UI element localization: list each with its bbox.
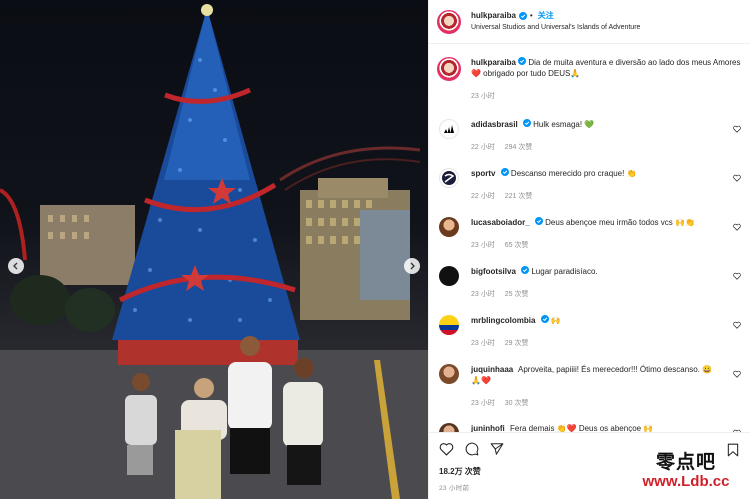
- heart-icon[interactable]: [733, 272, 741, 280]
- verified-icon: [521, 266, 530, 274]
- comment-time: 23 小时: [471, 291, 495, 298]
- author-avatar[interactable]: [437, 9, 461, 34]
- photo-scene: [0, 4, 428, 499]
- comment-item: bigfootsilva Lugar paradisíaco. 23 小时 25 …: [429, 266, 750, 300]
- verified-icon: [522, 119, 531, 127]
- commenter-avatar[interactable]: [439, 364, 459, 384]
- commenter-avatar[interactable]: [439, 119, 459, 139]
- adidas-logo-icon: [444, 125, 454, 133]
- commenter-avatar[interactable]: [439, 217, 459, 237]
- comment-likes[interactable]: 25 次赞: [505, 289, 529, 300]
- heart-icon[interactable]: [733, 125, 741, 133]
- comment-item: adidasbrasil Hulk esmaga! 💚 22 小时 294 次赞: [429, 119, 750, 153]
- commenter-username[interactable]: bigfootsilva: [471, 267, 516, 276]
- heart-icon[interactable]: [733, 174, 741, 182]
- post-header: hulkparaiba • 关注 Universal Studios and U…: [429, 0, 750, 44]
- verified-icon: [500, 168, 509, 176]
- chevron-right-icon: [410, 262, 415, 270]
- commenter-username[interactable]: juquinhaaa: [471, 365, 513, 374]
- verified-icon: [518, 57, 527, 65]
- comment-likes[interactable]: 30 次赞: [505, 398, 529, 409]
- heart-icon[interactable]: [733, 223, 741, 231]
- sportv-logo-icon: [442, 171, 456, 185]
- heart-icon[interactable]: [733, 370, 741, 378]
- comment-item: lucasaboiador_ Deus abençoe meu irmão to…: [429, 217, 750, 251]
- commenter-username[interactable]: sportv: [471, 169, 495, 178]
- commenter-username[interactable]: adidasbrasil: [471, 120, 518, 129]
- post-photo[interactable]: [0, 0, 428, 499]
- comment-item: juquinhaaa Aproveita, papiiii! És merece…: [429, 364, 750, 409]
- comment-likes[interactable]: 294 次赞: [505, 142, 533, 153]
- heart-icon[interactable]: [733, 321, 741, 329]
- verified-icon: [540, 315, 549, 323]
- comments-list[interactable]: hulkparaiba Dia de muita aventura e dive…: [429, 48, 750, 432]
- caption-avatar[interactable]: [437, 57, 461, 81]
- comment-likes[interactable]: 221 次赞: [505, 191, 533, 202]
- site-watermark: 零点吧 www.Ldb.cc: [622, 447, 750, 499]
- commenter-username[interactable]: mrblingcolombia: [471, 316, 535, 325]
- previous-photo-button[interactable]: [8, 258, 24, 274]
- share-icon[interactable]: [490, 442, 504, 456]
- comment-time: 23 小时: [471, 340, 495, 347]
- next-photo-button[interactable]: [404, 258, 420, 274]
- comment-likes[interactable]: 65 次赞: [505, 240, 529, 251]
- watermark-url: www.Ldb.cc: [642, 473, 730, 490]
- post-sidebar: hulkparaiba • 关注 Universal Studios and U…: [428, 0, 750, 499]
- comment-item: sportv Descanso merecido pro craque! 👏 2…: [429, 168, 750, 202]
- comment-time: 23 小时: [471, 400, 495, 407]
- comment-time: 22 小时: [471, 144, 495, 151]
- comment-text: 🙌: [550, 316, 561, 325]
- commenter-username[interactable]: lucasaboiador_: [471, 218, 530, 227]
- comment-item: juninhofi Fera demais 👏❤️ Deus os abenço…: [429, 423, 750, 432]
- heart-icon[interactable]: [439, 442, 454, 456]
- comment-likes[interactable]: 29 次赞: [505, 338, 529, 349]
- post-caption: hulkparaiba Dia de muita aventura e dive…: [429, 48, 750, 102]
- commenter-avatar[interactable]: [439, 423, 459, 432]
- post-location[interactable]: Universal Studios and Universal's Island…: [471, 22, 640, 34]
- chevron-left-icon: [13, 262, 18, 270]
- comment-text: Lugar paradisíaco.: [531, 267, 598, 276]
- commenter-avatar[interactable]: [439, 168, 459, 188]
- comment-text: Descanso merecido pro craque! 👏: [510, 169, 637, 178]
- commenter-avatar[interactable]: [439, 266, 459, 286]
- caption-username[interactable]: hulkparaiba: [471, 58, 516, 67]
- caption-time: 23 小时: [471, 93, 495, 100]
- follow-button[interactable]: 关注: [538, 10, 554, 22]
- comment-time: 23 小时: [471, 242, 495, 249]
- verified-icon: [534, 217, 543, 225]
- comment-text: Deus abençoe meu irmão todos vcs 🙌👏: [545, 218, 695, 227]
- verified-icon: [518, 11, 527, 20]
- comment-time: 22 小时: [471, 193, 495, 200]
- watermark-chinese: 零点吧: [655, 451, 716, 473]
- comment-icon[interactable]: [465, 442, 479, 456]
- commenter-username[interactable]: juninhofi: [471, 424, 505, 432]
- comment-text: Hulk esmaga! 💚: [533, 120, 595, 129]
- comment-text: Fera demais 👏❤️ Deus os abençoe 🙌: [510, 424, 654, 432]
- commenter-avatar[interactable]: [439, 315, 459, 335]
- author-username[interactable]: hulkparaiba: [471, 10, 516, 22]
- comment-item: mrblingcolombia 🙌 23 小时 29 次赞: [429, 315, 750, 349]
